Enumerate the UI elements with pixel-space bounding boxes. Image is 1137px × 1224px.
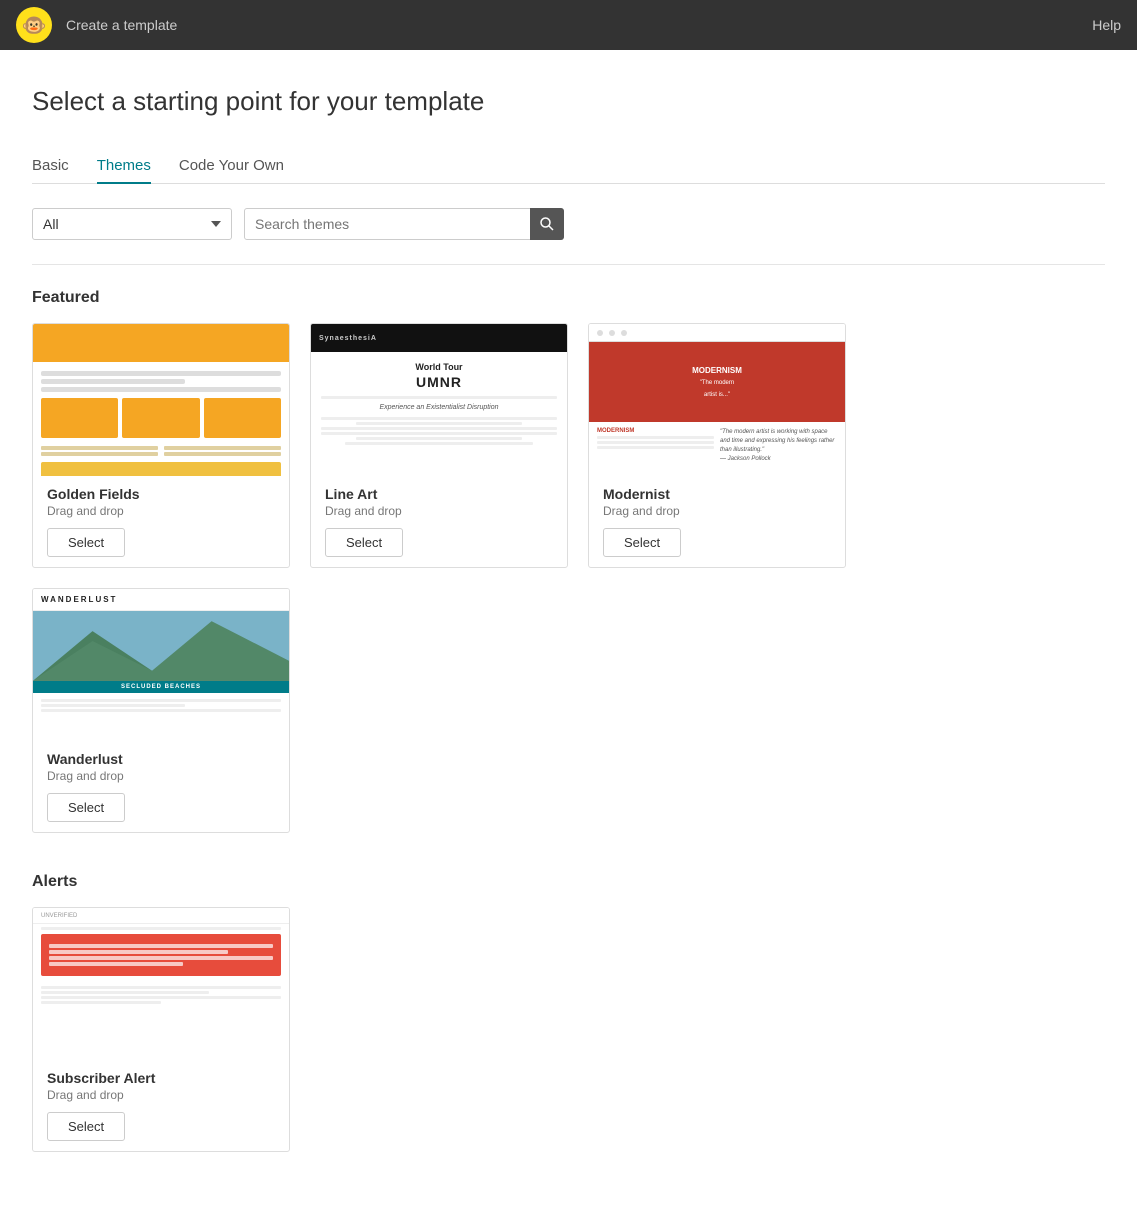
category-dropdown[interactable]: All Featured Alerts Newsletter Promotion… [32,208,232,240]
preview-lineart: SynaesthesiA World Tour UMNR Experience … [311,324,567,476]
mailchimp-logo: 🐵 [16,7,52,43]
tab-bar: Basic Themes Code Your Own [32,149,1105,184]
header-title: Create a template [66,17,177,33]
card-name-wanderlust: Wanderlust [47,751,275,767]
card-type-modernist: Drag and drop [603,504,831,518]
alerts-section: Alerts UNVERIFIED [32,873,1105,1152]
card-info-subscriber-alert: Subscriber Alert Drag and drop Select [33,1060,289,1151]
search-button[interactable] [530,208,564,240]
template-card-golden-fields[interactable]: Golden Fields Drag and drop Select [32,323,290,568]
mountain-svg [33,611,289,681]
select-button-golden-fields[interactable]: Select [47,528,125,557]
card-info-golden-fields: Golden Fields Drag and drop Select [33,476,289,567]
template-card-modernist[interactable]: MODERNISM"The modernartist is..." MODERN… [588,323,846,568]
main-content: Select a starting point for your templat… [0,50,1137,1224]
featured-section: Featured [32,289,1105,833]
card-info-modernist: Modernist Drag and drop Select [589,476,845,567]
header-left: 🐵 Create a template [16,7,177,43]
card-type-golden-fields: Drag and drop [47,504,275,518]
filter-row: All Featured Alerts Newsletter Promotion… [32,208,1105,240]
header: 🐵 Create a template Help [0,0,1137,50]
divider [32,264,1105,265]
preview-subscriber: UNVERIFIED [33,908,289,1060]
select-button-line-art[interactable]: Select [325,528,403,557]
search-input[interactable] [244,208,564,240]
card-type-line-art: Drag and drop [325,504,553,518]
select-button-wanderlust[interactable]: Select [47,793,125,822]
preview-modernist: MODERNISM"The modernartist is..." MODERN… [589,324,845,476]
preview-golden [33,324,289,476]
preview-wanderlust: WANDERLUST SECLUDED BEACHES [33,589,289,741]
card-info-line-art: Line Art Drag and drop Select [311,476,567,567]
card-info-wanderlust: Wanderlust Drag and drop Select [33,741,289,832]
alerts-section-title: Alerts [32,873,1105,891]
search-icon [540,217,554,231]
template-preview-wanderlust: WANDERLUST SECLUDED BEACHES [33,589,289,741]
template-card-subscriber-alert[interactable]: UNVERIFIED [32,907,290,1152]
template-card-line-art[interactable]: SynaesthesiA World Tour UMNR Experience … [310,323,568,568]
template-preview-line-art: SynaesthesiA World Tour UMNR Experience … [311,324,567,476]
card-name-subscriber-alert: Subscriber Alert [47,1070,275,1086]
template-card-wanderlust[interactable]: WANDERLUST SECLUDED BEACHES [32,588,290,833]
help-link[interactable]: Help [1092,17,1121,33]
select-button-modernist[interactable]: Select [603,528,681,557]
tab-code-your-own[interactable]: Code Your Own [179,149,284,184]
search-wrapper [244,208,564,240]
card-type-wanderlust: Drag and drop [47,769,275,783]
card-name-modernist: Modernist [603,486,831,502]
select-button-subscriber-alert[interactable]: Select [47,1112,125,1141]
card-name-line-art: Line Art [325,486,553,502]
template-preview-modernist: MODERNISM"The modernartist is..." MODERN… [589,324,845,476]
tab-themes[interactable]: Themes [97,149,151,184]
featured-grid: Golden Fields Drag and drop Select Synae… [32,323,1105,833]
template-preview-golden-fields [33,324,289,476]
card-type-subscriber-alert: Drag and drop [47,1088,275,1102]
tab-basic[interactable]: Basic [32,149,69,184]
card-name-golden-fields: Golden Fields [47,486,275,502]
alerts-grid: UNVERIFIED [32,907,1105,1152]
featured-section-title: Featured [32,289,1105,307]
template-preview-subscriber-alert: UNVERIFIED [33,908,289,1060]
page-title: Select a starting point for your templat… [32,86,1105,117]
